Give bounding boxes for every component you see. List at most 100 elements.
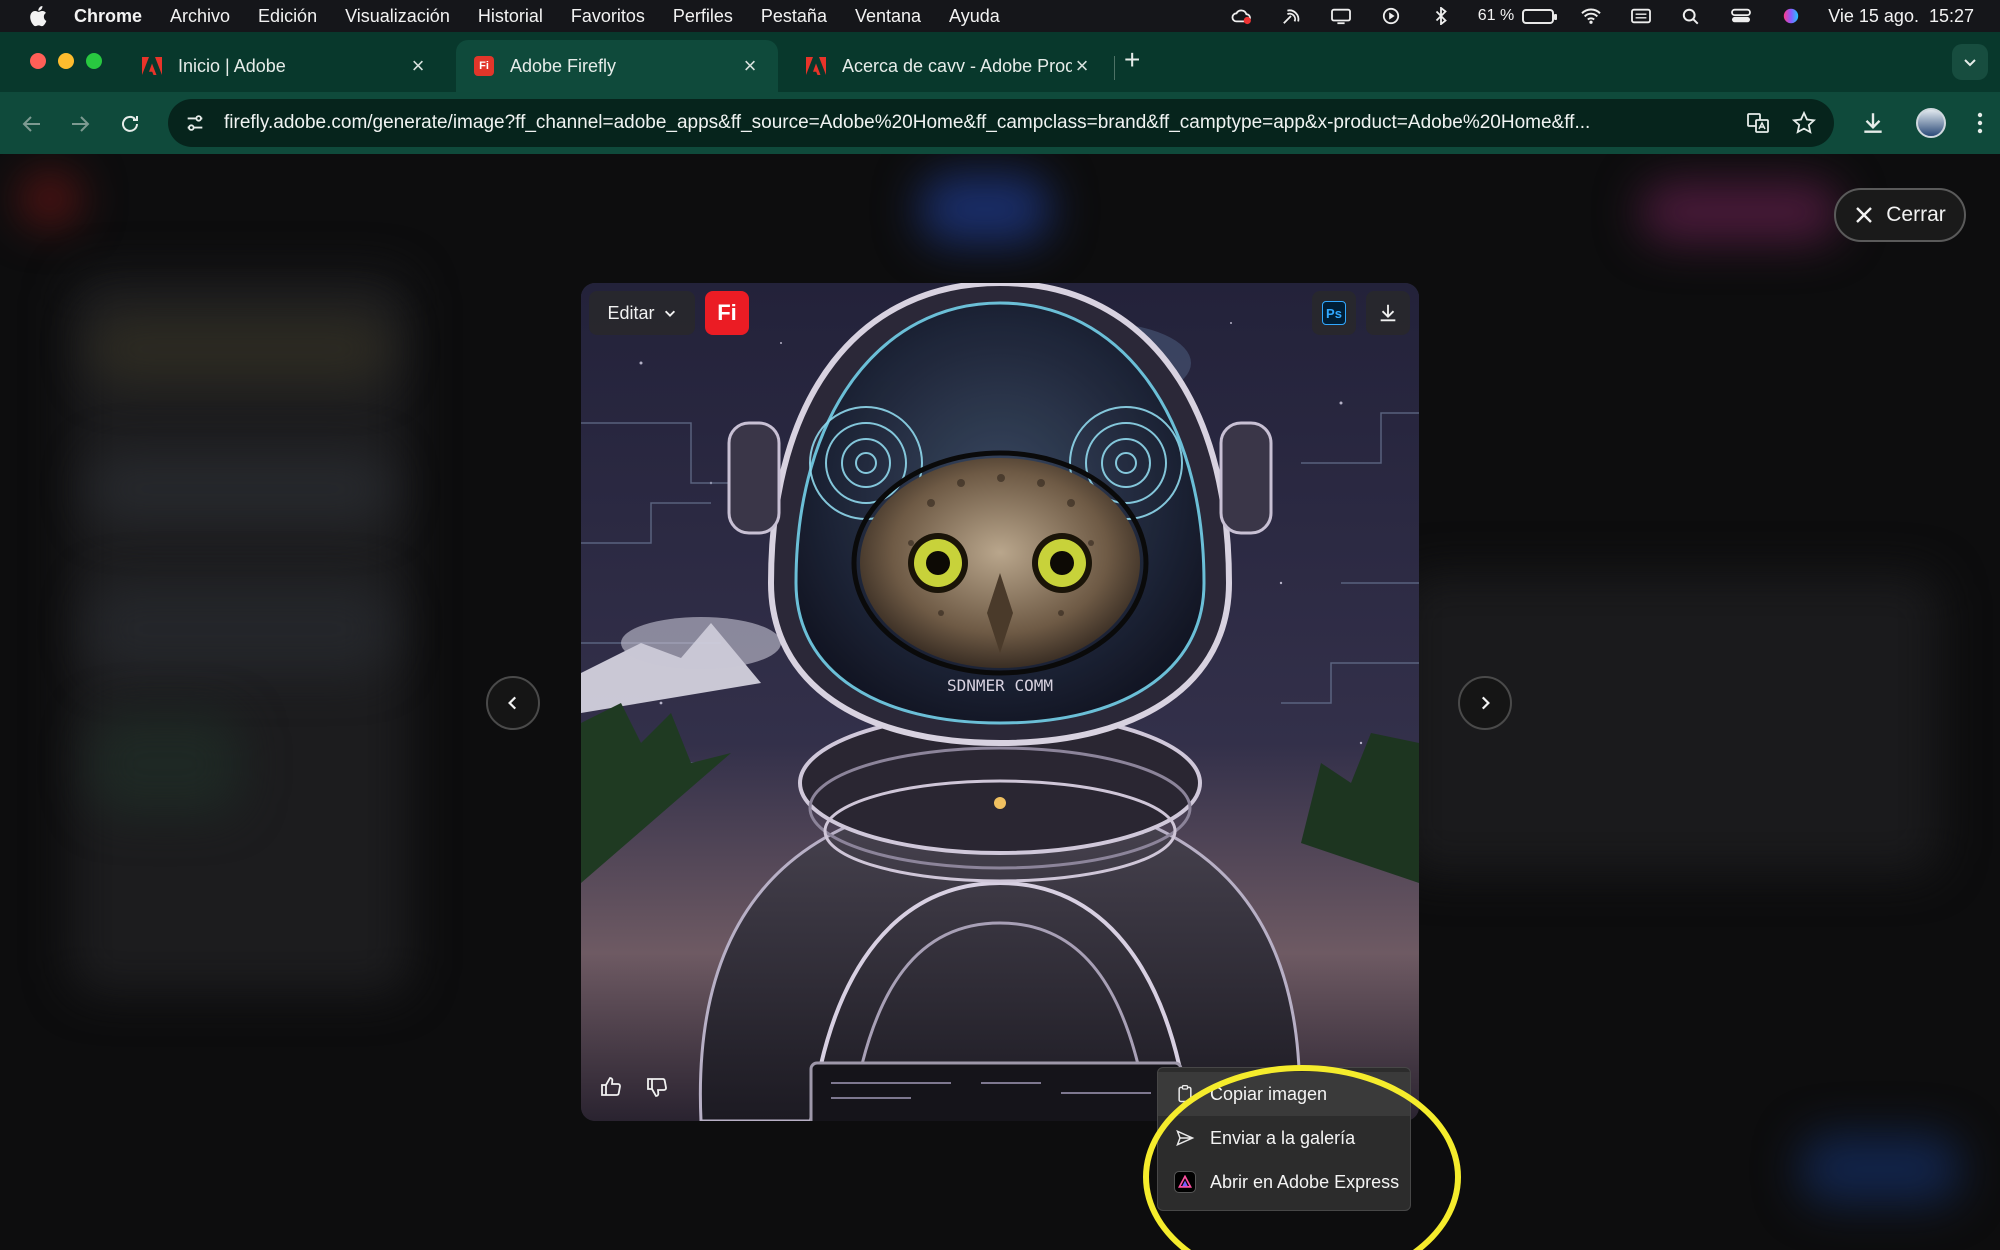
menu-ventana[interactable]: Ventana bbox=[855, 6, 921, 27]
thumbs-up-button[interactable] bbox=[591, 1067, 631, 1107]
screen-share-icon[interactable] bbox=[1328, 6, 1354, 26]
edit-dropdown-button[interactable]: Editar bbox=[589, 291, 695, 335]
tab-separator bbox=[1114, 56, 1115, 80]
chevron-left-icon bbox=[508, 696, 517, 710]
minimize-window-button[interactable] bbox=[58, 53, 74, 69]
chevron-right-icon bbox=[1481, 696, 1490, 710]
blurred-header-element bbox=[1640, 182, 1840, 242]
apple-logo-icon[interactable] bbox=[28, 5, 48, 27]
downloads-icon[interactable] bbox=[1860, 110, 1886, 136]
creative-cloud-icon[interactable] bbox=[1228, 6, 1254, 26]
menu-pestana[interactable]: Pestaña bbox=[761, 6, 827, 27]
menu-ayuda[interactable]: Ayuda bbox=[949, 6, 1000, 27]
chevron-down-icon bbox=[1964, 59, 1976, 67]
tab-title: Adobe Firefly bbox=[510, 55, 617, 76]
fullscreen-window-button[interactable] bbox=[86, 53, 102, 69]
blurred-header-element bbox=[920, 174, 1050, 244]
new-tab-button[interactable]: + bbox=[1124, 46, 1140, 74]
forward-button[interactable] bbox=[66, 110, 94, 138]
play-circle-icon[interactable] bbox=[1378, 6, 1404, 26]
close-tab-icon[interactable]: × bbox=[740, 53, 760, 78]
thumbs-up-icon bbox=[601, 1077, 621, 1096]
battery-percent: 61 % bbox=[1477, 7, 1515, 24]
open-in-adobe-express-menu-item[interactable]: Abrir en Adobe Express bbox=[1158, 1160, 1410, 1204]
browser-toolbar: firefly.adobe.com/generate/image?ff_chan… bbox=[0, 92, 2000, 154]
send-to-gallery-menu-item[interactable]: Enviar a la galería bbox=[1158, 1116, 1410, 1160]
back-button[interactable] bbox=[18, 110, 46, 138]
wifi-icon[interactable] bbox=[1578, 6, 1604, 26]
download-icon bbox=[1380, 304, 1396, 322]
adobe-icon bbox=[806, 56, 826, 76]
close-tab-icon[interactable]: × bbox=[408, 53, 428, 78]
tab-title: Acerca de cavv - Adobe Prod bbox=[842, 55, 1072, 76]
profile-avatar[interactable] bbox=[1916, 108, 1946, 138]
edit-label: Editar bbox=[607, 302, 655, 323]
url-text[interactable]: firefly.adobe.com/generate/image?ff_chan… bbox=[224, 112, 1744, 134]
menubar-status-area: 61 % Vie 15 ago. 15:27 bbox=[1228, 0, 1974, 32]
close-label: Cerrar bbox=[1886, 203, 1946, 226]
menu-archivo[interactable]: Archivo bbox=[170, 6, 230, 27]
owl-astronaut-image[interactable]: SDNMER COMM bbox=[581, 283, 1419, 1121]
close-icon bbox=[1856, 207, 1873, 223]
blurred-generate-button bbox=[1800, 1134, 1960, 1204]
spotlight-search-icon[interactable] bbox=[1678, 6, 1704, 26]
generated-image-card: SDNMER COMM Editar Fi Ps bbox=[581, 283, 1419, 1121]
page-viewport: Cerrar SDNMER COMM Editar Fi Ps Copiar i… bbox=[0, 154, 2000, 1250]
arrow-left-icon bbox=[22, 116, 40, 132]
battery-indicator[interactable]: 61 % bbox=[1477, 7, 1558, 25]
more-options-icon[interactable] bbox=[1976, 111, 1984, 135]
send-icon bbox=[1174, 1127, 1196, 1149]
keyboard-input-icon[interactable] bbox=[1628, 6, 1654, 26]
broadcast-icon[interactable] bbox=[1278, 6, 1304, 26]
menu-historial[interactable]: Historial bbox=[478, 6, 543, 27]
menu-edicion[interactable]: Edición bbox=[258, 6, 317, 27]
tab-acerca-de-cavv[interactable]: Acerca de cavv - Adobe Prod × bbox=[788, 40, 1110, 92]
firefly-icon: Fi bbox=[474, 56, 494, 76]
photoshop-icon: Ps bbox=[1322, 301, 1346, 325]
menubar-datetime[interactable]: Vie 15 ago. 15:27 bbox=[1828, 6, 1974, 27]
close-tab-icon[interactable]: × bbox=[1072, 53, 1092, 78]
translate-icon[interactable] bbox=[1746, 111, 1770, 135]
window-controls bbox=[30, 53, 102, 69]
blurred-panel-row bbox=[90, 454, 390, 524]
menu-favoritos[interactable]: Favoritos bbox=[571, 6, 645, 27]
blurred-panel-row bbox=[90, 584, 390, 674]
menu-item-label: Enviar a la galería bbox=[1210, 1127, 1356, 1148]
menu-visualizacion[interactable]: Visualización bbox=[345, 6, 450, 27]
download-image-button[interactable] bbox=[1366, 291, 1410, 335]
share-context-menu: Copiar imagen Enviar a la galería Abrir … bbox=[1157, 1067, 1411, 1211]
tab-inicio-adobe[interactable]: Inicio | Adobe × bbox=[124, 40, 446, 92]
tab-title: Inicio | Adobe bbox=[178, 55, 286, 76]
menu-app-name[interactable]: Chrome bbox=[74, 6, 142, 27]
arrow-right-icon bbox=[72, 116, 90, 132]
adobe-icon bbox=[142, 56, 162, 76]
menu-item-label: Copiar imagen bbox=[1210, 1083, 1328, 1104]
helmet-label-text: SDNMER COMM bbox=[947, 676, 1053, 695]
control-center-icon[interactable] bbox=[1728, 6, 1754, 26]
close-window-button[interactable] bbox=[30, 53, 46, 69]
thumbs-down-button[interactable] bbox=[637, 1067, 677, 1107]
close-viewer-button[interactable]: Cerrar bbox=[1834, 188, 1966, 242]
macos-menu-bar: Chrome Archivo Edición Visualización His… bbox=[0, 0, 2000, 32]
battery-icon bbox=[1522, 8, 1558, 24]
menu-perfiles[interactable]: Perfiles bbox=[673, 6, 733, 27]
open-in-photoshop-button[interactable]: Ps bbox=[1312, 291, 1356, 335]
copy-image-menu-item[interactable]: Copiar imagen bbox=[1158, 1072, 1410, 1116]
tab-adobe-firefly[interactable]: Fi Adobe Firefly × bbox=[456, 40, 778, 92]
tab-search-button[interactable] bbox=[1952, 44, 1988, 80]
site-settings-icon[interactable] bbox=[184, 112, 206, 134]
blurred-panel-row bbox=[90, 714, 240, 814]
address-bar[interactable]: firefly.adobe.com/generate/image?ff_chan… bbox=[168, 99, 1834, 147]
next-image-button[interactable] bbox=[1458, 676, 1512, 730]
blurred-app-logo bbox=[20, 174, 80, 224]
firefly-badge[interactable]: Fi bbox=[705, 291, 749, 335]
previous-image-button[interactable] bbox=[486, 676, 540, 730]
bluetooth-icon[interactable] bbox=[1428, 6, 1454, 26]
chevron-down-icon bbox=[664, 310, 675, 317]
siri-icon[interactable] bbox=[1778, 6, 1804, 26]
adobe-express-icon bbox=[1174, 1171, 1196, 1193]
blurred-panel-row bbox=[90, 314, 390, 384]
bookmark-star-icon[interactable] bbox=[1792, 111, 1816, 135]
thumbs-down-icon bbox=[647, 1078, 667, 1097]
reload-button[interactable] bbox=[116, 110, 144, 138]
